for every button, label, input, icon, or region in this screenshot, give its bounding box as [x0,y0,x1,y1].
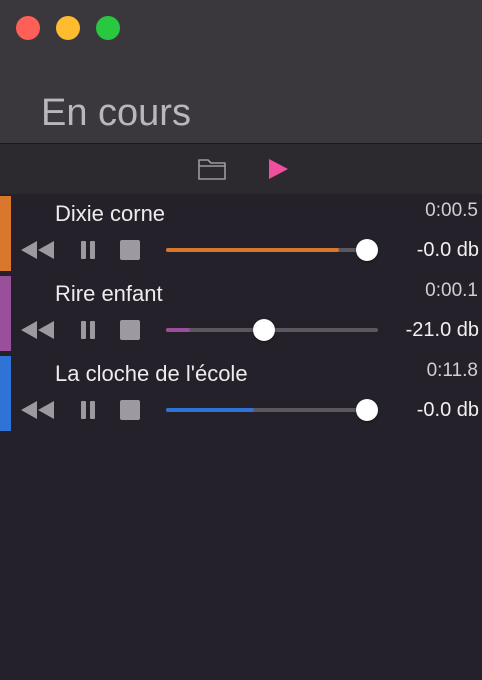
track-name: La cloche de l'école [55,361,248,386]
volume-db-label: -0.0 db [416,399,479,421]
track-row: La cloche de l'école 0:11.8 -0.0 db [0,354,482,431]
track-time: 0:00.5 [425,200,478,221]
play-icon[interactable] [266,157,290,181]
volume-slider[interactable] [166,238,378,262]
volume-knob[interactable] [356,399,378,421]
volume-db-label: -0.0 db [416,239,479,261]
pause-icon[interactable] [80,400,96,420]
rewind-icon[interactable] [19,319,55,341]
playback-progress-fill [166,328,191,332]
track-name: Rire enfant [55,281,163,306]
track-row: Dixie corne 0:00.5 -0.0 db [0,194,482,271]
volume-slider[interactable] [166,398,378,422]
toolbar [0,144,482,194]
rewind-icon[interactable] [19,399,55,421]
stop-icon[interactable] [120,320,140,340]
track-color-strip [0,196,11,271]
track-time: 0:11.8 [426,360,478,381]
track-name: Dixie corne [55,201,166,226]
window-title: En cours [41,92,191,134]
track-color-strip [0,276,11,351]
pause-icon[interactable] [80,240,96,260]
pause-icon[interactable] [80,320,96,340]
playback-progress-fill [166,248,339,252]
folder-icon[interactable] [196,156,228,182]
track-time: 0:00.1 [425,280,478,301]
volume-db-label: -21.0 db [405,319,479,341]
track-color-strip [0,356,11,431]
close-window-button[interactable] [16,16,40,40]
zoom-window-button[interactable] [96,16,120,40]
track-row: Rire enfant 0:00.1 -21.0 db [0,274,482,351]
stop-icon[interactable] [120,400,140,420]
volume-slider[interactable] [166,318,378,342]
volume-knob[interactable] [253,319,276,341]
minimize-window-button[interactable] [56,16,80,40]
playback-progress-fill [166,408,255,412]
rewind-icon[interactable] [19,239,55,261]
title-bar: En cours [0,0,482,144]
stop-icon[interactable] [120,240,140,260]
volume-knob[interactable] [356,239,378,261]
